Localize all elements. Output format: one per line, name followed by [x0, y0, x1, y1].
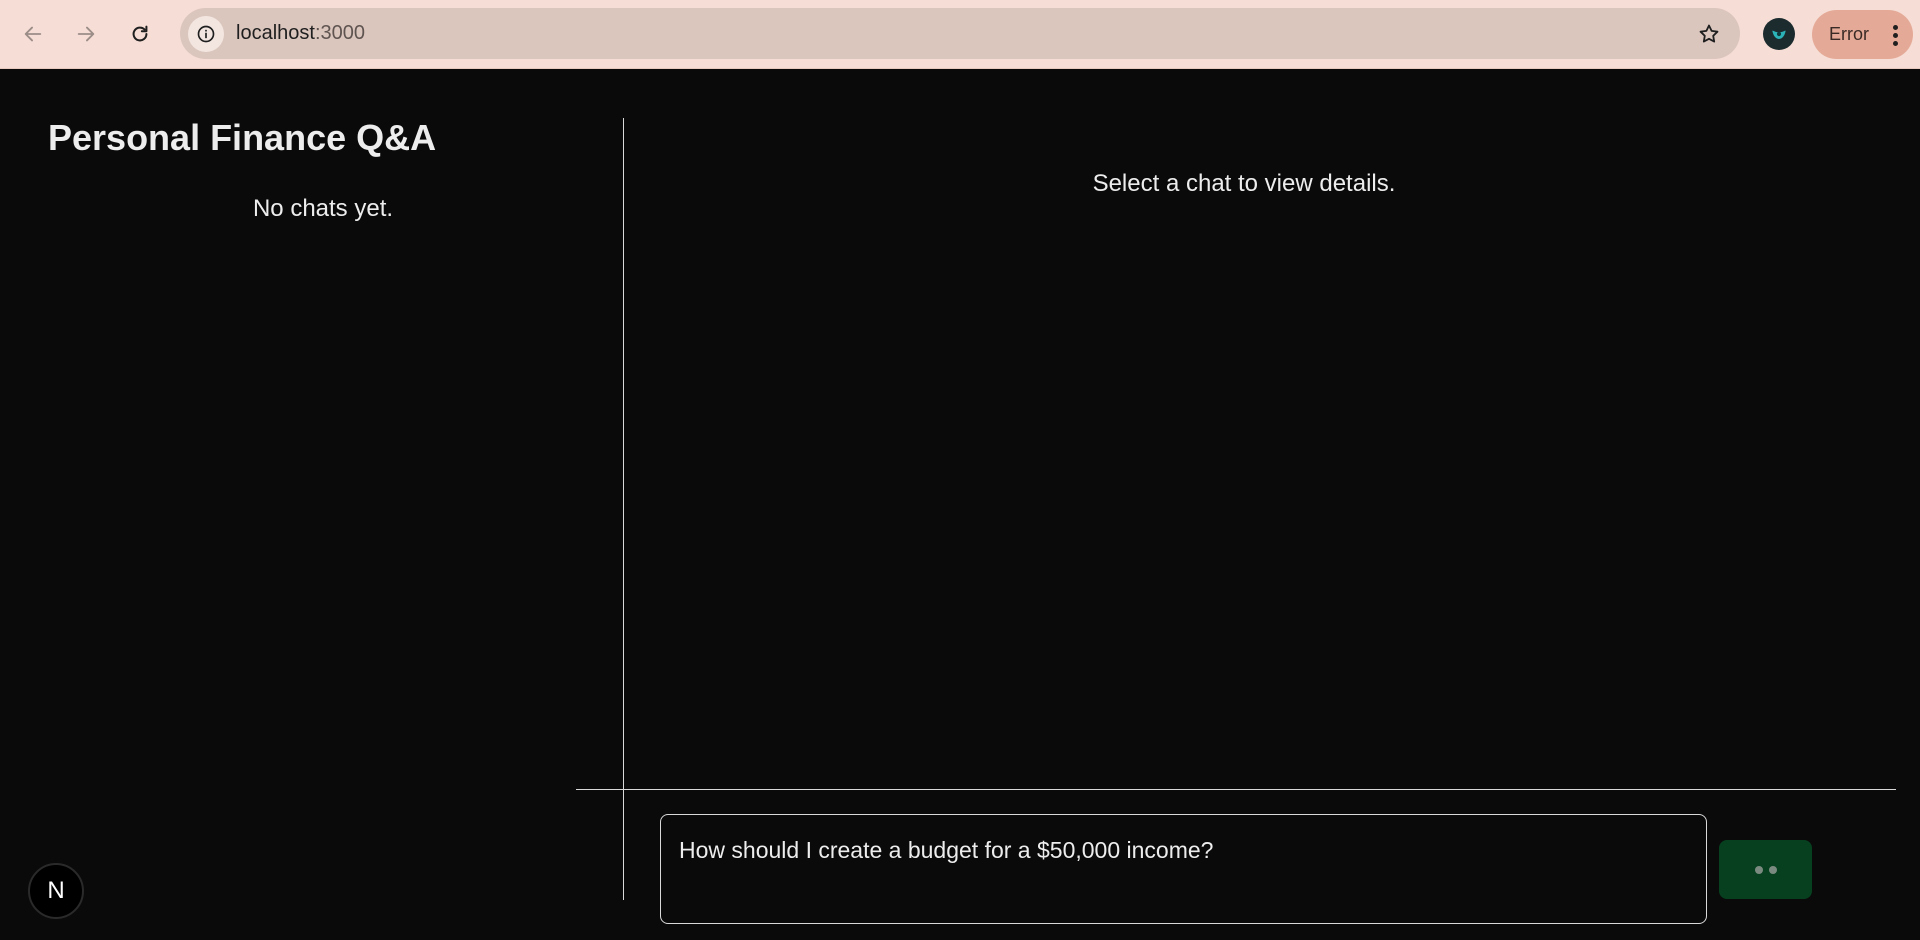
arrow-right-icon: [77, 26, 95, 42]
sidebar-divider: [623, 118, 624, 900]
reload-button[interactable]: [120, 14, 160, 54]
send-button[interactable]: [1719, 840, 1812, 899]
address-bar[interactable]: localhost:3000: [180, 8, 1740, 59]
star-icon: [1699, 24, 1719, 43]
error-chip[interactable]: Error: [1812, 10, 1913, 59]
arrow-left-icon: [24, 26, 42, 42]
profile-avatar[interactable]: [1763, 18, 1795, 50]
reload-icon: [132, 25, 148, 42]
url-text[interactable]: localhost:3000: [236, 8, 365, 59]
kebab-menu-icon[interactable]: [1893, 25, 1899, 46]
bookmark-button[interactable]: [1690, 15, 1728, 53]
error-label: Error: [1829, 24, 1869, 44]
browser-toolbar: localhost:3000 Error: [0, 0, 1920, 69]
url-host: localhost: [236, 22, 315, 44]
nextjs-dev-badge[interactable]: N: [28, 863, 84, 919]
composer-divider: [576, 789, 1896, 790]
url-port: :3000: [314, 22, 365, 44]
info-icon: [197, 25, 215, 43]
forward-button[interactable]: [66, 14, 106, 54]
back-button[interactable]: [13, 14, 53, 54]
question-input[interactable]: [660, 814, 1707, 924]
nextjs-logo-letter: N: [47, 877, 65, 904]
empty-chats-message: No chats yet.: [252, 195, 394, 222]
profile-avatar-icon: [1772, 30, 1786, 39]
app-title: Personal Finance Q&A: [48, 117, 437, 158]
chat-placeholder: Select a chat to view details.: [1092, 170, 1396, 197]
loading-dot-icon: [1754, 865, 1763, 874]
site-info-button[interactable]: [188, 16, 224, 52]
loading-dot-icon: [1768, 865, 1777, 874]
